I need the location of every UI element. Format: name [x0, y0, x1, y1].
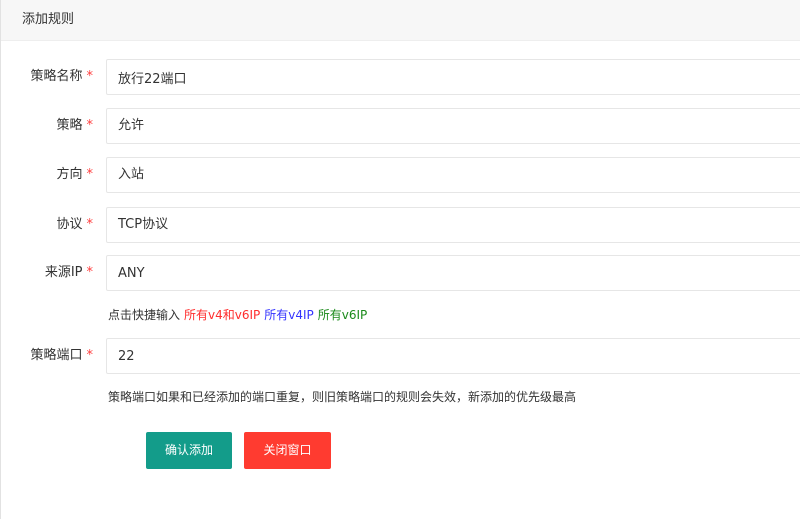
form-row-policy: 策略 * 允许 [1, 108, 800, 144]
form-row-protocol: 协议 * TCP协议 [1, 207, 800, 243]
close-window-button[interactable]: 关闭窗口 [244, 432, 331, 469]
policy-select[interactable]: 允许 [106, 108, 800, 144]
required-mark: * [86, 69, 94, 84]
source-ip-input[interactable] [106, 255, 800, 291]
required-mark: * [86, 348, 94, 363]
policy-port-hint: 策略端口如果和已经添加的端口重复，则旧策略端口的规则会失效，新添加的优先级最高 [108, 390, 577, 404]
form-row-policy-port: 策略端口 * [1, 338, 800, 374]
form-row-policy-name: 策略名称 * [1, 59, 800, 95]
required-mark: * [86, 167, 94, 182]
protocol-label: 协议 * [56, 217, 94, 232]
add-rule-dialog: 添加规则 策略名称* 策略* 允许 方向* 入站 协议* TCP协议 来源IP*… [0, 0, 800, 519]
policy-label: 策略 * [56, 118, 94, 133]
policy-name-input[interactable] [106, 59, 800, 95]
quick-input-hint: 点击快捷输入 所有v4和v6IP 所有v4IP 所有v6IP [108, 307, 367, 323]
form-row-source-ip: 来源IP * [1, 255, 800, 291]
quick-v4-ip-link[interactable]: 所有v4IP [264, 308, 314, 322]
required-mark: * [86, 118, 94, 133]
form-row-direction: 方向 * 入站 [1, 157, 800, 193]
protocol-select[interactable]: TCP协议 [106, 207, 800, 243]
source-ip-label: 来源IP * [44, 265, 94, 280]
dialog-titlebar: 添加规则 [1, 0, 800, 41]
confirm-add-button[interactable]: 确认添加 [146, 432, 232, 469]
quick-v6-ip-link[interactable]: 所有v6IP [318, 308, 368, 322]
quick-all-ip-link[interactable]: 所有v4和v6IP [184, 308, 260, 322]
policy-name-label: 策略名称 * [30, 69, 94, 84]
policy-port-input[interactable] [106, 338, 800, 374]
required-mark: * [86, 217, 94, 232]
required-mark: * [86, 265, 94, 280]
quick-input-prefix: 点击快捷输入 [108, 308, 181, 322]
dialog-title: 添加规则 [22, 12, 75, 27]
policy-port-label: 策略端口 * [30, 348, 94, 363]
direction-label: 方向 * [56, 167, 94, 182]
direction-select[interactable]: 入站 [106, 157, 800, 193]
